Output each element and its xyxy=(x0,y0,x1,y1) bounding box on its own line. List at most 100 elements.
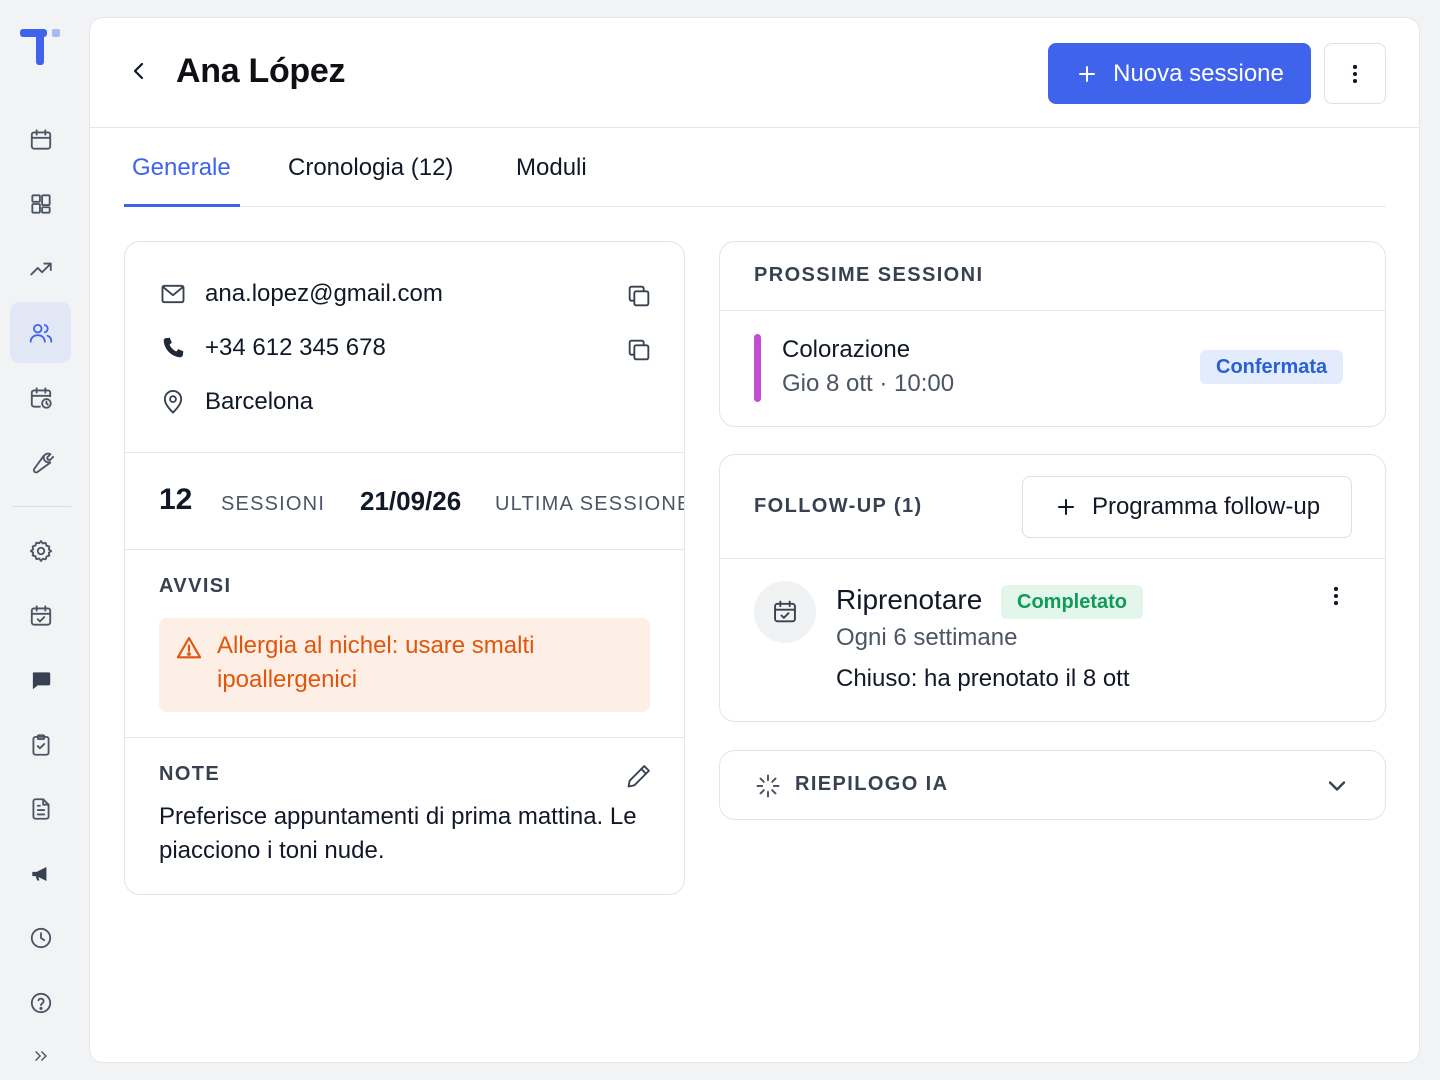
followup-options-button[interactable] xyxy=(1322,581,1350,611)
calendar-check-icon xyxy=(774,600,796,623)
sidebar-item-tasks[interactable] xyxy=(10,714,71,775)
page-title: Ana López xyxy=(176,52,346,90)
location-row: Barcelona xyxy=(159,388,313,416)
warning-icon xyxy=(176,637,202,659)
alerts-heading: AVVISI xyxy=(159,575,232,597)
phone-value[interactable]: +34 612 345 678 xyxy=(205,334,386,362)
sessions-count: 12 xyxy=(159,483,193,516)
new-session-button[interactable]: Nuova sessione xyxy=(1048,43,1311,104)
calendar-check-icon xyxy=(30,604,51,626)
schedule-followup-label: Programma follow-up xyxy=(1091,493,1321,520)
app-logo[interactable] xyxy=(20,26,64,70)
sessions-label: SESSIONI xyxy=(221,493,326,515)
ai-summary-heading: RIEPILOGO IA xyxy=(795,773,949,795)
sidebar-item-tools[interactable] xyxy=(10,431,71,492)
pencil-icon xyxy=(627,765,650,788)
divider xyxy=(125,549,684,550)
sidebar xyxy=(0,0,81,1080)
email-row: ana.lopez@gmail.com xyxy=(159,280,443,308)
copy-phone-button[interactable] xyxy=(625,336,653,364)
map-pin-icon xyxy=(163,390,183,414)
email-value[interactable]: ana.lopez@gmail.com xyxy=(205,280,443,308)
sidebar-expand-button[interactable] xyxy=(10,1036,71,1076)
clipboard-check-icon xyxy=(31,733,50,756)
session-color-bar xyxy=(754,334,761,402)
phone-row: +34 612 345 678 xyxy=(159,334,386,362)
calendar-icon xyxy=(30,128,51,150)
sidebar-divider xyxy=(12,506,71,507)
gear-icon xyxy=(29,539,52,562)
expand-icon xyxy=(34,1051,47,1061)
chat-icon xyxy=(32,671,50,689)
session-time: Gio 8 ott · 10:00 xyxy=(782,370,955,397)
divider xyxy=(125,737,684,738)
tab-history-label: Cronologia (12) xyxy=(288,154,454,181)
sidebar-item-dashboard[interactable] xyxy=(10,173,71,234)
main-panel: Ana López Nuova sessione Generale Cronol… xyxy=(89,17,1420,1063)
notes-heading: NOTE xyxy=(159,763,221,785)
tab-general-label: Generale xyxy=(132,154,231,181)
sidebar-item-history[interactable] xyxy=(10,907,71,968)
plus-icon xyxy=(1057,499,1074,515)
sidebar-item-schedule[interactable] xyxy=(10,367,71,428)
help-icon xyxy=(30,992,51,1013)
city-value: Barcelona xyxy=(205,388,314,415)
divider xyxy=(720,558,1385,559)
phone-icon xyxy=(163,337,184,358)
schedule-followup-button[interactable]: Programma follow-up xyxy=(1022,476,1352,538)
copy-icon xyxy=(628,285,650,307)
divider xyxy=(720,310,1385,311)
new-session-label: Nuova sessione xyxy=(1113,59,1284,87)
notes-text: Preferisce appuntamenti di prima mattina… xyxy=(159,803,637,864)
allergy-alert: Allergia al nichel: usare smalti ipoalle… xyxy=(159,618,650,712)
tab-bar: Generale Cronologia (12) Moduli xyxy=(124,129,1386,207)
clock-icon xyxy=(30,927,51,948)
page-header: Ana López Nuova sessione xyxy=(90,18,1419,128)
dashboard-icon xyxy=(30,193,51,214)
alert-text: Allergia al nichel: usare smalti ipoalle… xyxy=(217,632,535,693)
followup-frequency: Ogni 6 settimane xyxy=(836,624,1018,651)
tab-history[interactable]: Cronologia (12) xyxy=(288,129,453,207)
sidebar-item-help[interactable] xyxy=(10,972,71,1033)
more-options-button[interactable] xyxy=(1324,43,1386,104)
status-badge: Completato xyxy=(1001,585,1143,619)
wrench-icon xyxy=(32,452,54,473)
copy-icon xyxy=(628,339,650,361)
plus-icon xyxy=(1079,65,1096,82)
upcoming-sessions-card: PROSSIME SESSIONI Colorazione Gio 8 ott … xyxy=(719,241,1386,427)
sidebar-item-settings[interactable] xyxy=(10,520,71,581)
followup-card: FOLLOW-UP (1) Programma follow-up Ripren… xyxy=(719,454,1386,722)
sidebar-item-marketing[interactable] xyxy=(10,843,71,904)
status-badge: Confermata xyxy=(1200,350,1344,384)
sidebar-item-messages[interactable] xyxy=(10,649,71,710)
calendar-clock-icon xyxy=(30,386,52,409)
tab-general[interactable]: Generale xyxy=(132,129,231,207)
sidebar-item-documents[interactable] xyxy=(10,778,71,839)
sidebar-item-bookings[interactable] xyxy=(10,585,71,646)
session-title[interactable]: Colorazione xyxy=(782,336,910,364)
document-icon xyxy=(31,797,50,820)
users-icon xyxy=(29,323,52,343)
upcoming-heading: PROSSIME SESSIONI xyxy=(754,264,984,286)
sidebar-item-clients[interactable] xyxy=(10,302,71,363)
divider xyxy=(125,452,684,453)
edit-notes-button[interactable] xyxy=(625,762,653,790)
back-button[interactable] xyxy=(124,56,154,86)
followup-title: Riprenotare xyxy=(836,584,983,615)
chevron-left-icon xyxy=(133,62,144,80)
tab-forms[interactable]: Moduli xyxy=(516,129,587,207)
client-info-card: ana.lopez@gmail.com +34 612 345 678 Barc… xyxy=(124,241,685,895)
sidebar-item-analytics[interactable] xyxy=(10,238,71,299)
sidebar-item-calendar[interactable] xyxy=(10,109,71,170)
copy-email-button[interactable] xyxy=(625,282,653,310)
followup-icon-badge xyxy=(754,581,816,643)
kebab-menu-icon xyxy=(1352,64,1358,83)
last-session-date: 21/09/26 xyxy=(360,486,462,516)
ai-summary-collapsible[interactable]: RIEPILOGO IA xyxy=(719,750,1386,820)
mail-icon xyxy=(161,284,185,304)
megaphone-icon xyxy=(31,866,46,881)
chevron-down-icon xyxy=(1328,781,1346,791)
active-tab-indicator xyxy=(124,204,240,207)
kebab-menu-icon xyxy=(1333,586,1339,606)
last-session-label: ULTIMA SESSIONE xyxy=(495,493,685,515)
